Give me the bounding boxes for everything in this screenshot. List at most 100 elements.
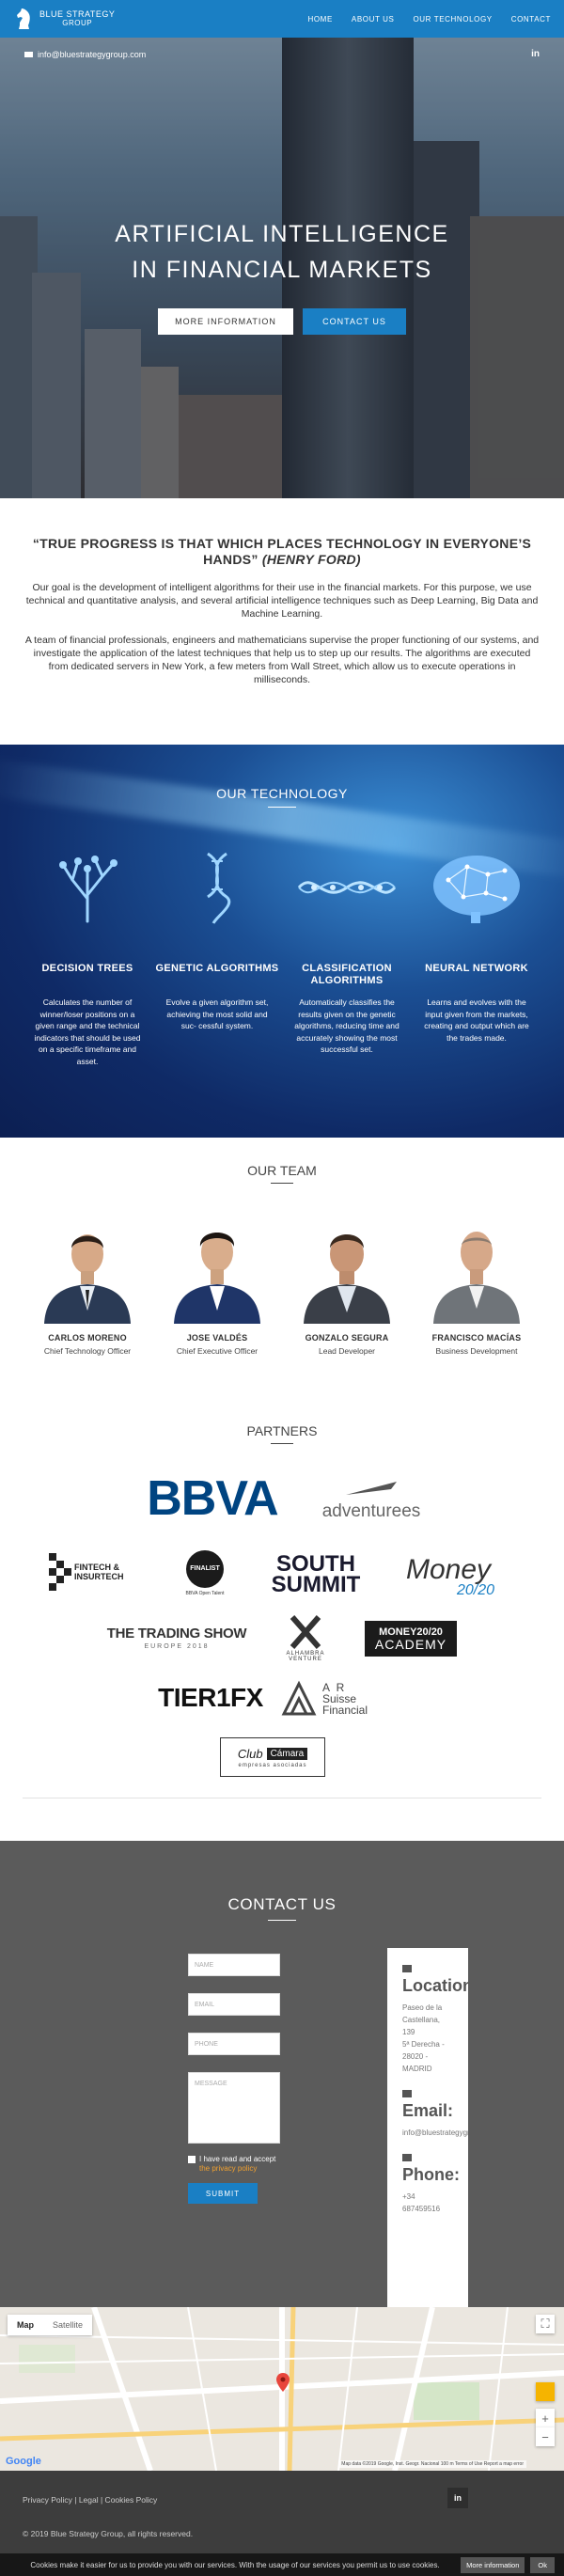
tier1fx-text: TIER1FX	[158, 1683, 263, 1712]
finalist-sub-text: BBVA Open Talent	[185, 1590, 225, 1596]
money2020-num: 20/20	[457, 1582, 495, 1598]
message-field[interactable]: MESSAGE	[188, 2072, 280, 2144]
team-member-name: FRANCISCO MACÍAS	[431, 1333, 522, 1343]
fintech-logo-text: FINTECH & INSURTECH	[74, 1563, 124, 1581]
partner-logo-money2020[interactable]: Money 20/20	[406, 1551, 509, 1602]
cookie-more-info-button[interactable]: More information	[461, 2556, 525, 2573]
email-field[interactable]: EMAIL	[188, 1993, 280, 2016]
partner-logo-bbva[interactable]: BBVA	[132, 1471, 293, 1526]
map-tab-map[interactable]: Map	[8, 2315, 43, 2335]
brain-icon	[412, 850, 541, 925]
map-pin-icon[interactable]	[276, 2373, 290, 2392]
nav-about-us[interactable]: ABOUT US	[352, 15, 395, 24]
address-line: Castellana,	[402, 2016, 441, 2024]
tech-item-title: CLASSIFICATION ALGORITHMS	[302, 963, 392, 986]
google-logo: Google	[6, 2456, 41, 2467]
more-information-button[interactable]: MORE INFORMATION	[158, 308, 293, 335]
tech-item-title: NEURAL NETWORK	[425, 963, 528, 974]
team-member: FRANCISCO MACÍAS Business Development	[412, 1207, 541, 1356]
logo-sub: GROUP	[62, 19, 93, 27]
club-text-3: empresas asociadas	[238, 1762, 307, 1768]
tech-item-text: Automatically classifies the results giv…	[294, 997, 400, 1054]
phone-label: Phone:	[402, 2165, 460, 2184]
team-member-role: Lead Developer	[318, 1346, 375, 1356]
address-line: 139	[402, 2028, 415, 2036]
linkedin-icon[interactable]: in	[447, 2488, 468, 2508]
phone-value[interactable]: +34 687459516	[402, 2191, 453, 2215]
hero-title-line1: ARTIFICIAL INTELLIGENCE	[115, 221, 449, 247]
partner-logo-trading-show[interactable]: THE TRADING SHOW EUROPE 2018	[103, 1619, 250, 1657]
tree-icon	[23, 850, 152, 925]
email-value[interactable]: info@bluestrategygroup.com	[402, 2127, 468, 2139]
partner-logo-adventurees[interactable]: adventurees	[316, 1478, 427, 1529]
name-field[interactable]: NAME	[188, 1954, 280, 1976]
partner-logo-fintech-insurtech[interactable]: FINTECH & INSURTECH	[49, 1549, 135, 1594]
quote-author: (HENRY FORD)	[261, 552, 361, 567]
hero-email[interactable]: info@bluestrategygroup.com	[24, 50, 146, 59]
fullscreen-icon[interactable]: ⛶	[536, 2315, 555, 2333]
nav-home[interactable]: HOME	[307, 15, 332, 24]
partner-logo-bbva-open-talent[interactable]: FINALIST BBVA Open Talent	[179, 1546, 231, 1600]
envelope-icon	[24, 51, 33, 57]
address-line: Paseo de la	[402, 2003, 443, 2012]
tech-item-text: Calculates the number of winner/loser po…	[34, 997, 141, 1066]
team-member-photo	[426, 1207, 527, 1324]
contact-title: CONTACT US	[227, 1895, 337, 1913]
copyright: © 2019 Blue Strategy Group, all rights r…	[23, 2529, 194, 2538]
club-text-1: Club	[237, 1746, 263, 1761]
site-logo[interactable]: BLUE STRATEGY GROUP	[13, 7, 115, 31]
zoom-in-button[interactable]: +	[536, 2409, 555, 2427]
cookie-ok-button[interactable]: Ok	[530, 2556, 555, 2573]
street-view-icon[interactable]	[536, 2382, 555, 2401]
phone-field[interactable]: PHONE	[188, 2033, 280, 2055]
nav-our-technology[interactable]: OUR TECHNOLOGY	[413, 15, 492, 24]
team-member: GONZALO SEGURA Lead Developer	[282, 1207, 412, 1356]
team-member-photo	[296, 1207, 398, 1324]
partner-logo-tier1fx[interactable]: TIER1FX	[156, 1679, 265, 1717]
contact-form: NAME EMAIL PHONE MESSAGE I have read and…	[188, 1954, 280, 2204]
tech-item-classification-algorithms: CLASSIFICATION ALGORITHMS Automatically …	[282, 850, 412, 1067]
partner-logo-money2020-academy[interactable]: MONEY20/20 ACADEMY	[365, 1621, 457, 1657]
logo-name: BLUE STRATEGY	[39, 9, 116, 19]
hero-section: info@bluestrategygroup.com in ARTIFICIAL…	[0, 38, 564, 498]
money2020-text: Money	[406, 1554, 492, 1585]
location-icon	[402, 1965, 412, 1972]
privacy-checkbox[interactable]	[188, 2156, 196, 2163]
team-member-role: Chief Technology Officer	[43, 1346, 132, 1356]
submit-button[interactable]: SUBMIT	[188, 2183, 258, 2204]
dna-icon	[152, 850, 282, 925]
partner-logo-south-summit[interactable]: SOUTH SUMMIT	[269, 1551, 363, 1598]
adventurees-logo-text: adventurees	[321, 1501, 421, 1521]
address-line: 5ª Derecha -	[402, 2040, 445, 2049]
team-member-photo	[166, 1207, 268, 1324]
map-tab-satellite[interactable]: Satellite	[43, 2315, 92, 2335]
tech-item-decision-trees: DECISION TREES Calculates the number of …	[23, 850, 152, 1067]
contact-us-button[interactable]: CONTACT US	[303, 308, 406, 335]
partner-logo-club-camara[interactable]: Club Cámara empresas asociadas	[220, 1737, 325, 1777]
hero-title: ARTIFICIAL INTELLIGENCE IN FINANCIAL MAR…	[0, 216, 564, 288]
accept-text: I have read and accept	[199, 2155, 276, 2163]
partner-logo-ar-suisse-financial[interactable]: A R Suisse Financial	[280, 1677, 399, 1720]
location-label: Location:	[402, 1976, 468, 1995]
quote-heading: “TRUE PROGRESS IS THAT WHICH PLACES TECH…	[23, 536, 541, 568]
team-member-name: JOSE VALDÉS	[186, 1333, 248, 1343]
zoom-out-button[interactable]: −	[536, 2427, 555, 2446]
molecule-icon	[282, 850, 412, 925]
tech-item-neural-network: NEURAL NETWORK Learns and evolves with t…	[412, 850, 541, 1067]
partner-logo-alhambra-venture[interactable]: ALHAMBRA VENTURE	[278, 1611, 333, 1666]
map-credit: Map data ©2019 Google, Inst. Geogr. Naci…	[338, 2460, 526, 2468]
team-member-photo	[37, 1207, 138, 1324]
technology-title: OUR TECHNOLOGY	[216, 786, 348, 801]
nav-contact[interactable]: CONTACT	[511, 15, 551, 24]
partners-title: PARTNERS	[246, 1423, 318, 1438]
team-member-role: Business Development	[435, 1346, 518, 1356]
tech-item-title: GENETIC ALGORITHMS	[155, 963, 279, 974]
club-text-2: Cámara	[266, 1747, 308, 1760]
privacy-policy-link[interactable]: the privacy policy	[199, 2164, 257, 2173]
tech-item-text: Learns and evolves with the input given …	[424, 997, 529, 1043]
footer-links[interactable]: Privacy Policy | Legal | Cookies Policy	[23, 2495, 157, 2505]
linkedin-icon[interactable]: in	[531, 49, 540, 59]
email-icon	[402, 2090, 412, 2097]
contact-info-panel: Location: Paseo de la Castellana, 139 5ª…	[387, 1948, 468, 2311]
google-map[interactable]: Map Satellite ⛶ + − Map data ©2019 Googl…	[0, 2307, 564, 2471]
